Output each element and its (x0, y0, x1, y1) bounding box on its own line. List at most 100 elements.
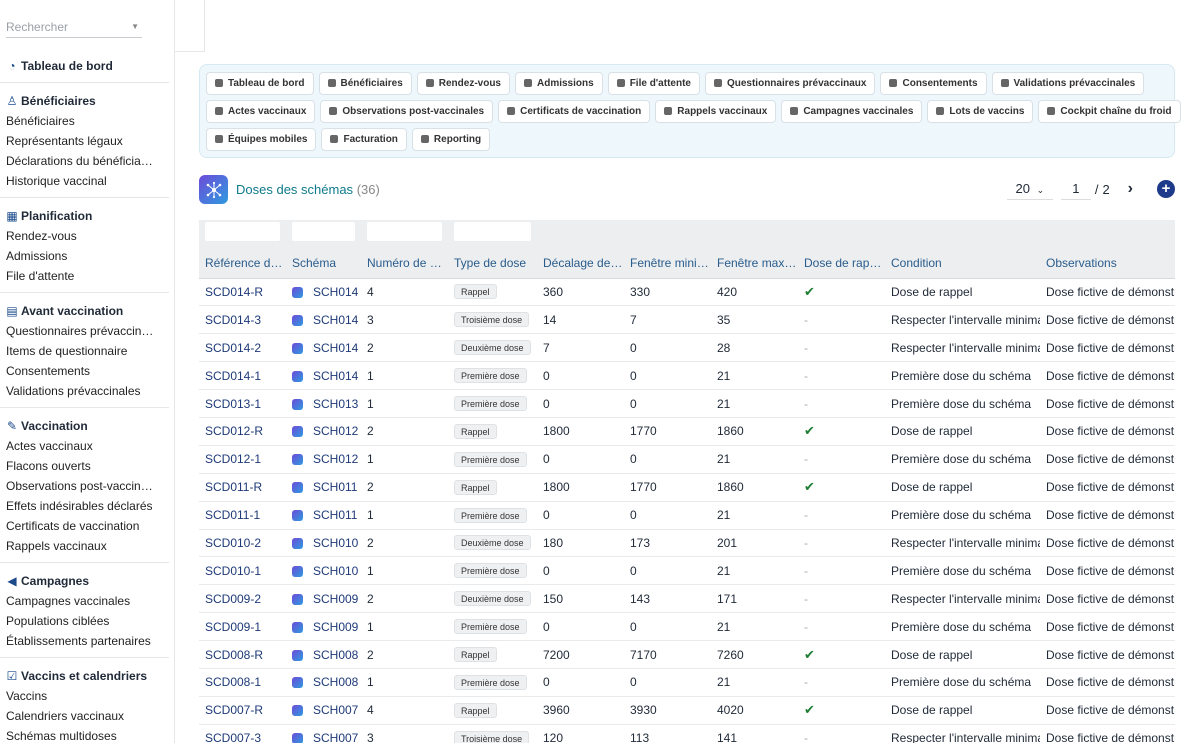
schema-cell[interactable]: SCH008 (286, 668, 361, 697)
table-row[interactable]: SCD008-1 SCH008 1 Première dose 0 0 21- Premièr… (199, 668, 1175, 697)
schema-cell[interactable]: SCH012 (286, 417, 361, 446)
schema-link[interactable]: SCH007 (313, 703, 358, 717)
nav-button-beneficiaires[interactable]: Bénéficiaires (318, 71, 412, 95)
schema-link[interactable]: SCH010 (313, 536, 358, 550)
reference-cell[interactable]: SCD014-R (199, 278, 286, 307)
reference-cell[interactable]: SCD007-3 (199, 724, 286, 743)
nav-button-file-d-attente[interactable]: File d'attente (607, 71, 700, 95)
column-header-condition[interactable]: Condition (885, 248, 1040, 279)
nav-button-questionnaires-prevaccinaux[interactable]: Questionnaires prévaccinaux (704, 71, 876, 95)
sidebar-heading-vaccination[interactable]: ✎ Vaccination (0, 416, 169, 436)
sidebar-item-certificats-de-vaccination[interactable]: Certificats de vaccination (0, 516, 169, 536)
nav-button-validations-prevaccinales[interactable]: Validations prévaccinales (991, 71, 1145, 95)
reference-cell[interactable]: SCD007-R (199, 696, 286, 725)
column-header-numero-de-d[interactable]: Numéro de d… (361, 248, 448, 279)
schema-link[interactable]: SCH012 (313, 452, 358, 466)
sidebar-item-questionnaires-prevaccin[interactable]: Questionnaires prévaccin… (0, 321, 169, 341)
sidebar-heading-tableau-de-bord[interactable]: ◔ Tableau de bord (0, 56, 169, 76)
column-header-dose-de-rappel[interactable]: Dose de rappel (798, 248, 885, 279)
nav-button-actes-vaccinaux[interactable]: Actes vaccinaux (206, 99, 316, 123)
schema-link[interactable]: SCH008 (313, 648, 358, 662)
nav-button-certificats-de-vaccination[interactable]: Certificats de vaccination (498, 99, 651, 123)
schema-cell[interactable]: SCH009 (286, 584, 361, 614)
schema-link[interactable]: SCH008 (313, 675, 358, 689)
table-row[interactable]: SCD011-1 SCH011 1 Première dose 0 0 21- Premièr… (199, 501, 1175, 530)
table-row[interactable]: SCD012-1 SCH012 1 Première dose 0 0 21- Premièr… (199, 445, 1175, 474)
column-header-reference-d[interactable]: Référence d… (199, 248, 286, 279)
table-row[interactable]: SCD009-2 SCH009 2 Deuxième dose 150 143 171- Re… (199, 584, 1175, 614)
schema-cell[interactable]: SCH010 (286, 529, 361, 558)
schema-link[interactable]: SCH009 (313, 620, 358, 634)
schema-cell[interactable]: SCH010 (286, 556, 361, 586)
nav-button-facturation[interactable]: Facturation (321, 127, 407, 151)
table-row[interactable]: SCD012-R SCH012 2 Rappel 1800 1770 1860 ✔ Dose d… (199, 417, 1175, 446)
schema-link[interactable]: SCH011 (313, 508, 357, 522)
sidebar-item-items-de-questionnaire[interactable]: Items de questionnaire (0, 341, 169, 361)
schema-link[interactable]: SCH014 (313, 341, 358, 355)
table-row[interactable]: SCD010-2 SCH010 2 Deuxième dose 180 173 201- Re… (199, 529, 1175, 558)
table-row[interactable]: SCD014-1 SCH014 1 Première dose 0 0 21- Premièr… (199, 361, 1175, 391)
reference-cell[interactable]: SCD009-1 (199, 612, 286, 642)
sidebar-item-representants-legaux[interactable]: Représentants légaux (0, 131, 169, 151)
sidebar-item-rappels-vaccinaux[interactable]: Rappels vaccinaux (0, 536, 169, 556)
nav-button-consentements[interactable]: Consentements (880, 71, 987, 95)
schema-link[interactable]: SCH011 (313, 480, 357, 494)
filter-input-reference[interactable] (205, 222, 280, 241)
next-page-icon[interactable]: › (1128, 180, 1133, 198)
column-header-fenetre-max[interactable]: Fenêtre max… (711, 248, 798, 279)
nav-button-equipes-mobiles[interactable]: Équipes mobiles (206, 127, 317, 151)
schema-cell[interactable]: SCH014 (286, 278, 361, 307)
sidebar-item-effets-indesirables-declares[interactable]: Effets indésirables déclarés (0, 496, 169, 516)
schema-link[interactable]: SCH009 (313, 592, 358, 606)
sidebar-search-input[interactable]: Rechercher ▼ (6, 18, 142, 38)
reference-cell[interactable]: SCD010-2 (199, 529, 286, 558)
table-row[interactable]: SCD007-3 SCH007 3 Troisième dose 120 113 141- R… (199, 724, 1175, 743)
sidebar-item-populations-ciblees[interactable]: Populations ciblées (0, 611, 169, 631)
schema-cell[interactable]: SCH007 (286, 724, 361, 743)
schema-link[interactable]: SCH014 (313, 369, 358, 383)
schema-cell[interactable]: SCH008 (286, 640, 361, 669)
schema-link[interactable]: SCH010 (313, 564, 358, 578)
add-record-button[interactable]: + (1157, 180, 1175, 198)
schema-cell[interactable]: SCH012 (286, 445, 361, 474)
sidebar-item-beneficiaires[interactable]: Bénéficiaires (0, 111, 169, 131)
table-row[interactable]: SCD014-R SCH014 4 Rappel 360 330 420 ✔ Dose de r… (199, 278, 1175, 307)
filter-input-type[interactable] (454, 222, 531, 241)
sidebar-item-actes-vaccinaux[interactable]: Actes vaccinaux (0, 436, 169, 456)
sidebar-heading-planification[interactable]: ▦ Planification (0, 206, 169, 226)
schema-cell[interactable]: SCH013 (286, 389, 361, 418)
table-row[interactable]: SCD014-2 SCH014 2 Deuxième dose 7 0 28- Respect… (199, 333, 1175, 363)
sidebar-item-admissions[interactable]: Admissions (0, 246, 169, 266)
table-row[interactable]: SCD011-R SCH011 2 Rappel 1800 1770 1860 ✔ Dose d… (199, 473, 1175, 502)
reference-cell[interactable]: SCD011-R (199, 473, 286, 502)
sidebar-item-consentements[interactable]: Consentements (0, 361, 169, 381)
reference-cell[interactable]: SCD009-2 (199, 584, 286, 614)
table-row[interactable]: SCD008-R SCH008 2 Rappel 7200 7170 7260 ✔ Dose d… (199, 640, 1175, 669)
sidebar-item-etablissements-partenaires[interactable]: Établissements partenaires (0, 631, 169, 651)
reference-cell[interactable]: SCD012-R (199, 417, 286, 446)
schema-cell[interactable]: SCH011 (286, 501, 361, 530)
schema-cell[interactable]: SCH014 (286, 361, 361, 391)
schema-cell[interactable]: SCH014 (286, 305, 361, 335)
nav-button-campagnes-vaccinales[interactable]: Campagnes vaccinales (781, 99, 923, 123)
nav-button-lots-de-vaccins[interactable]: Lots de vaccins (927, 99, 1034, 123)
table-row[interactable]: SCD007-R SCH007 4 Rappel 3960 3930 4020 ✔ Dose d… (199, 696, 1175, 725)
schema-link[interactable]: SCH014 (313, 285, 358, 299)
column-header-observations[interactable]: Observations (1040, 248, 1175, 279)
filter-input-numero[interactable] (367, 222, 442, 241)
schema-cell[interactable]: SCH014 (286, 333, 361, 363)
reference-cell[interactable]: SCD008-1 (199, 668, 286, 697)
reference-cell[interactable]: SCD014-2 (199, 333, 286, 363)
sidebar-item-historique-vaccinal[interactable]: Historique vaccinal (0, 171, 169, 191)
reference-cell[interactable]: SCD011-1 (199, 501, 286, 530)
table-row[interactable]: SCD010-1 SCH010 1 Première dose 0 0 21- Premièr… (199, 556, 1175, 586)
schema-link[interactable]: SCH013 (313, 397, 358, 411)
schema-link[interactable]: SCH012 (313, 424, 358, 438)
sidebar-item-flacons-ouverts[interactable]: Flacons ouverts (0, 456, 169, 476)
schema-cell[interactable]: SCH007 (286, 696, 361, 725)
sidebar-heading-beneficiaires[interactable]: ♙ Bénéficiaires (0, 91, 169, 111)
column-header-type-de-dose[interactable]: Type de dose (448, 248, 537, 279)
nav-button-cockpit-chaine-du-froid[interactable]: Cockpit chaîne du froid (1038, 99, 1181, 123)
sidebar-item-calendriers-vaccinaux[interactable]: Calendriers vaccinaux (0, 706, 169, 726)
nav-button-tableau-de-bord[interactable]: Tableau de bord (206, 71, 314, 95)
